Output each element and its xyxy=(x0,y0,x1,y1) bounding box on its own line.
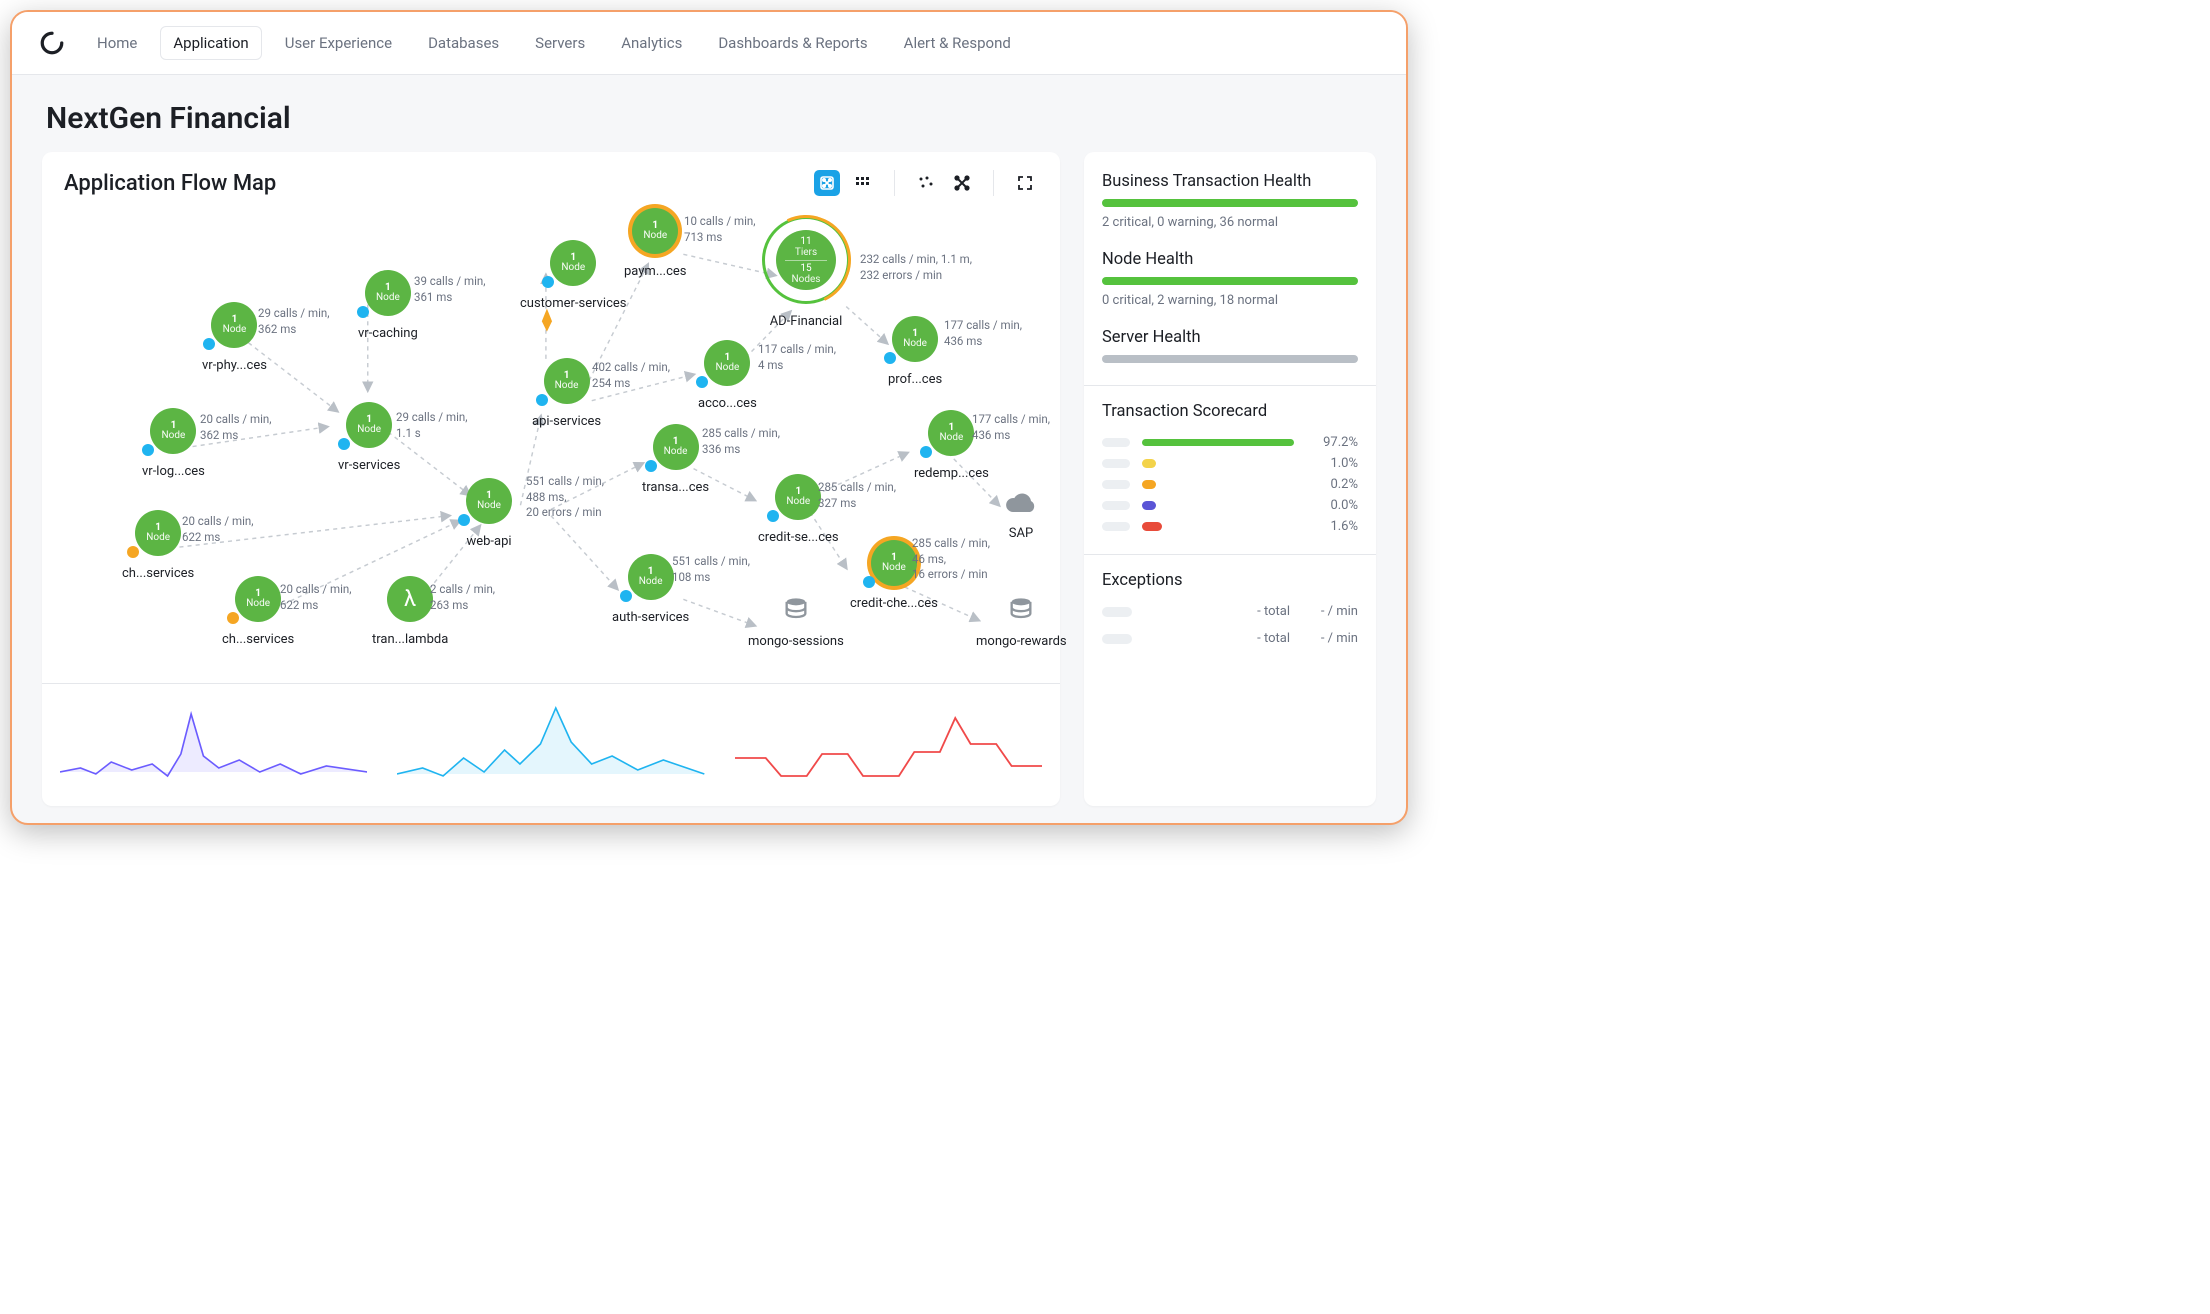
sparkline-row xyxy=(42,684,1060,806)
node-vr-caching[interactable]: 1Node vr-caching xyxy=(358,270,418,341)
layout-flow-icon[interactable] xyxy=(814,170,840,196)
node-mongo-sessions[interactable]: mongo-sessions xyxy=(748,596,844,649)
node-mongo-rewards[interactable]: mongo-rewards xyxy=(976,596,1067,649)
exception-row: - total - / min xyxy=(1102,631,1358,646)
content-row: Application Flow Map xyxy=(42,152,1376,806)
fullscreen-icon[interactable] xyxy=(1012,170,1038,196)
score-row-normal: 97.2% xyxy=(1102,435,1358,450)
cluster-ad-financial[interactable]: 11Tiers 15Nodes AD-Financial xyxy=(762,216,850,329)
node-health-title: Node Health xyxy=(1102,250,1358,269)
flowmap-canvas[interactable]: 11Tiers 15Nodes AD-Financial 232 calls /… xyxy=(42,202,1060,683)
cluster-label: AD-Financial xyxy=(770,314,843,329)
main-nav: Home Application User Experience Databas… xyxy=(84,26,1024,60)
node-acco[interactable]: 1Node acco...ces xyxy=(698,340,757,411)
nav-alert[interactable]: Alert & Respond xyxy=(891,26,1024,60)
nav-databases[interactable]: Databases xyxy=(415,26,512,60)
logo-icon xyxy=(38,29,66,57)
page-title: NextGen Financial xyxy=(46,101,1376,136)
node-vr-services[interactable]: 1Node vr-services xyxy=(338,402,400,473)
scorecard-title: Transaction Scorecard xyxy=(1102,402,1358,421)
scorecard-rows: 97.2% 1.0% 0.2% 0.0% xyxy=(1102,429,1358,540)
score-row-stall: 0.0% xyxy=(1102,498,1358,513)
nav-servers[interactable]: Servers xyxy=(522,26,598,60)
node-sap[interactable]: SAP xyxy=(1004,492,1038,541)
app-frame: Home Application User Experience Databas… xyxy=(10,10,1408,825)
nav-dashboards[interactable]: Dashboards & Reports xyxy=(705,26,880,60)
node-health-text: 0 critical, 2 warning, 18 normal xyxy=(1102,293,1358,308)
node-api[interactable]: 1Node api-services xyxy=(532,358,601,429)
nav-user-experience[interactable]: User Experience xyxy=(272,26,405,60)
nav-application[interactable]: Application xyxy=(160,26,261,60)
node-transa[interactable]: 1Node transa...ces xyxy=(642,424,709,495)
flowmap-title: Application Flow Map xyxy=(64,171,276,196)
cloud-icon xyxy=(1004,492,1038,516)
flowmap-toolbar xyxy=(814,170,1038,196)
layout-grid-icon[interactable] xyxy=(850,170,876,196)
database-icon xyxy=(782,596,810,624)
flowmap-header: Application Flow Map xyxy=(42,152,1060,202)
score-row-error: 1.6% xyxy=(1102,519,1358,534)
nav-home[interactable]: Home xyxy=(84,26,150,60)
relayout-icon[interactable] xyxy=(949,170,975,196)
node-web-api[interactable]: 1Node web-api xyxy=(466,478,512,549)
lambda-icon: λ xyxy=(387,576,433,622)
database-icon xyxy=(1007,596,1035,624)
sparkline-3 xyxy=(735,694,1042,794)
sparkline-1 xyxy=(60,694,367,794)
side-panel: Business Transaction Health 2 critical, … xyxy=(1084,152,1376,806)
flowmap-card: Application Flow Map xyxy=(42,152,1060,806)
page: NextGen Financial Application Flow Map xyxy=(12,75,1406,825)
exceptions-title: Exceptions xyxy=(1102,571,1358,590)
cluster-metrics: 232 calls / min, 1.1 m,232 errors / min xyxy=(860,252,972,283)
score-row-very-slow: 0.2% xyxy=(1102,477,1358,492)
node-vr-log[interactable]: 1Node vr-log...ces xyxy=(142,408,205,479)
node-health-bar xyxy=(1102,277,1358,285)
nav-analytics[interactable]: Analytics xyxy=(608,26,695,60)
scatter-icon[interactable] xyxy=(913,170,939,196)
node-paym[interactable]: 1Node paym...ces xyxy=(624,208,687,279)
node-customer[interactable]: 1Node customer-services xyxy=(520,240,627,311)
score-row-slow: 1.0% xyxy=(1102,456,1358,471)
bt-health-title: Business Transaction Health xyxy=(1102,172,1358,191)
sparkline-2 xyxy=(397,694,704,794)
bt-health-bar xyxy=(1102,199,1358,207)
exception-row: - total - / min xyxy=(1102,604,1358,619)
server-health-bar xyxy=(1102,355,1358,363)
bt-health-text: 2 critical, 0 warning, 36 normal xyxy=(1102,215,1358,230)
server-health-title: Server Health xyxy=(1102,328,1358,347)
node-prof[interactable]: 1Node prof...ces xyxy=(888,316,942,387)
topbar: Home Application User Experience Databas… xyxy=(12,12,1406,75)
